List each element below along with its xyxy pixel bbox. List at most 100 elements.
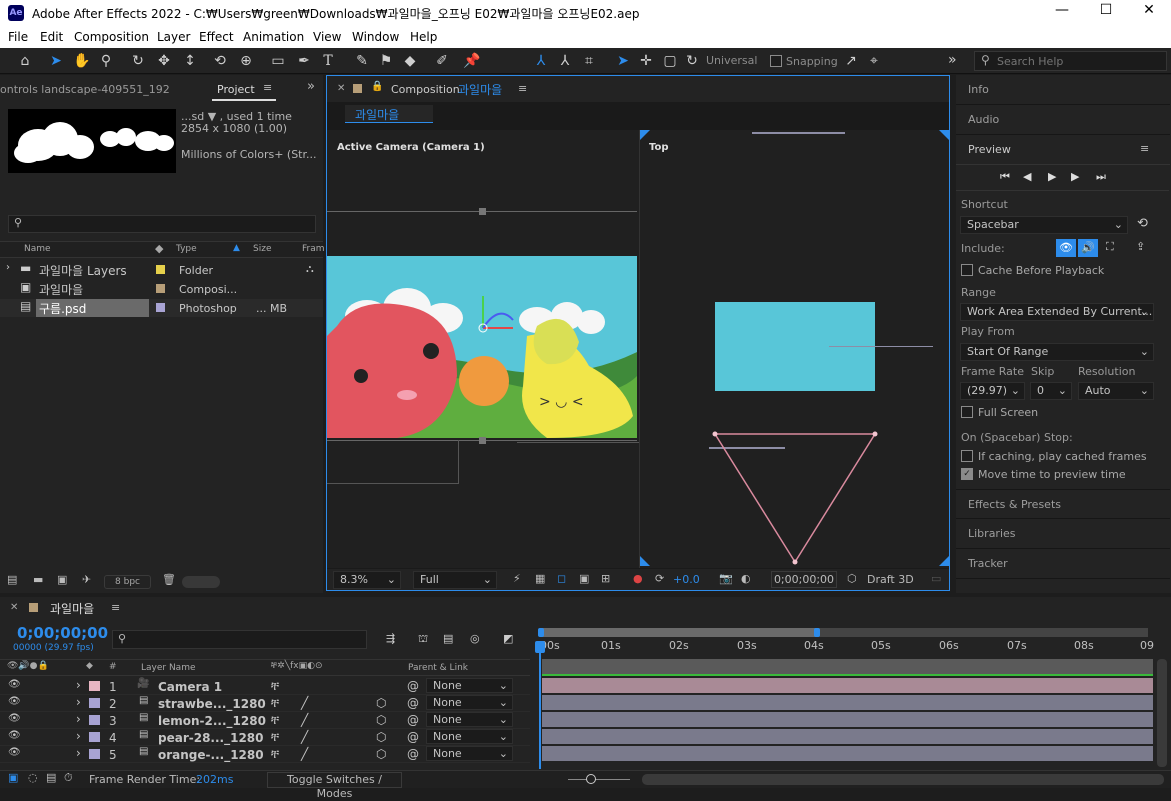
frame-blending-icon[interactable]: ◎ [470, 632, 480, 645]
orbit-tool-icon[interactable]: ↻ [128, 51, 148, 71]
visibility-eye-icon[interactable]: 👁 [8, 679, 21, 690]
frame-rate-dropdown[interactable]: (29.97) ⌄ [960, 382, 1025, 400]
universal-select-icon[interactable]: ➤ [613, 51, 633, 71]
skip-dropdown[interactable]: 0 ⌄ [1030, 382, 1072, 400]
audio-panel-header[interactable]: Audio [956, 105, 1170, 135]
layer-name[interactable]: lemon-2..._1280 [158, 714, 266, 728]
shy-switch-icon[interactable]: ቸ [271, 696, 279, 711]
search-help-input[interactable] [997, 54, 1162, 68]
move-time-checkbox[interactable]: ✓ [961, 468, 973, 480]
visibility-eye-icon[interactable]: 👁 [8, 713, 21, 724]
world-axis-icon[interactable]: ⅄ [555, 51, 575, 71]
menu-view[interactable]: View [313, 30, 341, 44]
3d-ground-plane-icon[interactable]: ▭ [931, 572, 941, 585]
parent-dropdown[interactable]: None ⌄ [426, 746, 513, 761]
menu-effect[interactable]: Effect [199, 30, 234, 44]
flowchart-icon[interactable]: ⛬ [306, 262, 314, 276]
visibility-eye-icon[interactable]: 👁 [8, 730, 21, 741]
expand-arrow-icon[interactable]: › [76, 695, 81, 709]
render-queue-icon[interactable]: ✈ [82, 573, 91, 586]
project-scrollbar[interactable] [182, 576, 220, 588]
pick-whip-icon[interactable]: @ [407, 679, 419, 693]
parent-dropdown[interactable]: None ⌄ [426, 695, 513, 710]
maximize-button[interactable]: ☐ [1096, 2, 1116, 22]
type-tool-icon[interactable]: T [318, 51, 338, 71]
snap-target-icon[interactable]: ⌖ [864, 51, 884, 71]
lock-icon[interactable]: 🔒 [371, 81, 383, 92]
pear-layer-bar[interactable] [542, 729, 1153, 744]
project-item-psd[interactable]: ▤ 구름.psd Photoshop ... MB [0, 299, 323, 317]
layer-row-pear[interactable]: 👁 › 4 ▤ pear-28..._1280 ቸ ╱ ⬡ @ None ⌄ [0, 729, 530, 746]
zoom-slider-track[interactable] [568, 779, 630, 780]
shy-switch-icon[interactable]: ቸ [271, 713, 279, 728]
new-folder-icon[interactable]: ▬ [33, 573, 43, 586]
in-out-pane-icon[interactable]: ▤ [46, 771, 56, 784]
visibility-eye-icon[interactable]: 👁 [8, 696, 21, 707]
layer-label-swatch[interactable] [89, 698, 100, 708]
motion-blur-icon[interactable]: ◩ [503, 632, 513, 645]
menu-file[interactable]: File [8, 30, 28, 44]
close-button[interactable]: ✕ [1139, 2, 1159, 22]
home-icon[interactable]: ⌂ [15, 51, 35, 71]
draft-3d-icon[interactable]: ⛫ [418, 632, 428, 647]
label-column-icon[interactable]: ◆ [155, 242, 163, 255]
project-tab[interactable]: Project [217, 83, 255, 96]
effect-controls-tab[interactable]: ontrols landscape-409551_1920 [0, 83, 170, 96]
menu-window[interactable]: Window [352, 30, 399, 44]
include-external-icon[interactable]: ⇪ [1136, 240, 1145, 253]
resolution-dropdown[interactable]: Full ⌄ [413, 571, 497, 589]
shortcut-dropdown[interactable]: Spacebar ⌄ [960, 216, 1128, 234]
3d-layer-switch-icon[interactable]: ⬡ [376, 747, 386, 761]
playhead-head-icon[interactable] [535, 641, 545, 653]
3d-layer-switch-icon[interactable]: ⬡ [376, 713, 386, 727]
camera-layer-bar[interactable] [542, 678, 1153, 693]
timeline-vertical-scrollbar[interactable] [1157, 659, 1167, 767]
layer-row-lemon[interactable]: 👁 › 3 ▤ lemon-2..._1280 ቸ ╱ ⬡ @ None ⌄ [0, 712, 530, 729]
close-tab-icon[interactable]: ✕ [337, 83, 345, 94]
rotate-tool-icon[interactable]: ⟲ [210, 51, 230, 71]
layer-switches-pane-icon[interactable]: ▣ [8, 771, 18, 784]
comp-breadcrumb[interactable]: 과일마을 [345, 105, 433, 123]
reset-shortcut-icon[interactable]: ⟲ [1137, 216, 1148, 231]
include-video-toggle[interactable]: 👁 [1056, 239, 1076, 257]
eraser-tool-icon[interactable]: ◆ [400, 51, 420, 71]
work-area-end-handle[interactable] [814, 628, 820, 637]
pan-behind-tool-icon[interactable]: ⊕ [236, 51, 256, 71]
work-area-bar[interactable] [538, 628, 1148, 637]
previous-frame-icon[interactable]: ◀ [1023, 170, 1031, 183]
expand-arrow-icon[interactable]: › [6, 262, 10, 273]
project-item-composition[interactable]: ▣ 과일마을 Composi... [0, 280, 323, 298]
grid-guides-icon[interactable]: ⊞ [601, 572, 610, 585]
expand-arrow-icon[interactable]: › [76, 746, 81, 760]
quality-switch-icon[interactable]: ╱ [301, 747, 308, 761]
shy-switch-icon[interactable]: ቸ [271, 747, 279, 762]
zoom-slider-thumb[interactable] [586, 774, 596, 784]
work-area-start-handle[interactable] [538, 628, 544, 637]
include-overlays-icon[interactable]: ⛶ [1106, 240, 1114, 254]
layer-label-swatch[interactable] [89, 715, 100, 725]
size-column-header[interactable]: Size [253, 244, 271, 254]
workspace-overflow[interactable]: » [948, 52, 957, 68]
parent-dropdown[interactable]: None ⌄ [426, 712, 513, 727]
universal-scale-icon[interactable]: ▢ [660, 51, 680, 71]
snapshot-camera-icon[interactable]: 📷 [719, 572, 733, 585]
name-column-header[interactable]: Name [24, 244, 51, 254]
fast-previews-icon[interactable]: ⚡ [513, 572, 521, 585]
bpc-button[interactable]: 8 bpc [104, 575, 151, 589]
trash-icon[interactable]: 🗑 [162, 573, 176, 586]
stretch-pane-icon[interactable]: ⏱ [64, 771, 73, 785]
pick-whip-icon[interactable]: @ [407, 747, 419, 761]
view-axis-icon[interactable]: ⌗ [579, 51, 599, 71]
top-view[interactable]: Top [640, 130, 949, 568]
project-search-box[interactable]: ⚲ [8, 215, 316, 233]
shy-switch-icon[interactable]: ቸ [271, 679, 279, 694]
tracker-panel-header[interactable]: Tracker [956, 549, 1170, 579]
renderer-icon[interactable]: ⬡ [847, 572, 857, 585]
panel-menu-icon[interactable]: ≡ [111, 601, 120, 614]
shy-layers-icon[interactable]: ▤ [443, 632, 453, 645]
snapping-checkbox[interactable] [770, 55, 782, 67]
timeline-search-box[interactable]: ⚲ [112, 630, 367, 649]
show-snapshot-icon[interactable]: ◐ [741, 572, 751, 585]
puppet-tool-icon[interactable]: 📌 [462, 51, 482, 71]
panel-overflow-icon[interactable]: » [307, 79, 315, 94]
